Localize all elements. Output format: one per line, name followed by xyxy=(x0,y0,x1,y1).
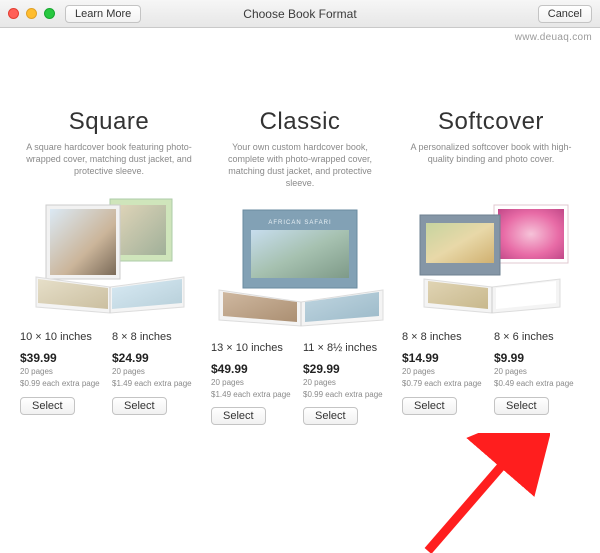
format-square: Square A square hardcover book featuring… xyxy=(20,108,198,425)
option-extra: $0.49 each extra page xyxy=(494,379,580,389)
select-button[interactable]: Select xyxy=(211,407,266,425)
select-button[interactable]: Select xyxy=(402,397,457,415)
option-size: 11 × 8½ inches xyxy=(303,342,389,354)
option-price: $49.99 xyxy=(211,362,297,376)
option-card: 8 × 6 inches $9.99 20 pages $0.49 each e… xyxy=(494,331,580,415)
option-price: $14.99 xyxy=(402,351,488,365)
option-price: $9.99 xyxy=(494,351,580,365)
format-description: Your own custom hardcover book, complete… xyxy=(211,141,389,190)
option-pages: 20 pages xyxy=(112,367,198,377)
option-card: 11 × 8½ inches $29.99 20 pages $0.99 eac… xyxy=(303,342,389,426)
format-classic: Classic Your own custom hardcover book, … xyxy=(211,108,389,425)
format-description: A square hardcover book featuring photo-… xyxy=(20,141,198,179)
option-price: $39.99 xyxy=(20,351,106,365)
minimize-icon[interactable] xyxy=(26,8,37,19)
titlebar: Learn More Choose Book Format Cancel xyxy=(0,0,600,28)
option-extra: $0.99 each extra page xyxy=(20,379,106,389)
option-pages: 20 pages xyxy=(20,367,106,377)
format-softcover: Softcover A personalized softcover book … xyxy=(402,108,580,425)
learn-more-button[interactable]: Learn More xyxy=(65,5,141,23)
option-extra: $1.49 each extra page xyxy=(211,390,297,400)
maximize-icon[interactable] xyxy=(44,8,55,19)
format-title: Square xyxy=(69,108,149,136)
option-extra: $1.49 each extra page xyxy=(112,379,198,389)
select-button[interactable]: Select xyxy=(494,397,549,415)
cancel-button[interactable]: Cancel xyxy=(538,5,592,23)
close-icon[interactable] xyxy=(8,8,19,19)
format-title: Classic xyxy=(260,108,341,136)
option-pages: 20 pages xyxy=(303,378,389,388)
option-card: 13 × 10 inches $49.99 20 pages $1.49 eac… xyxy=(211,342,297,426)
option-card: 10 × 10 inches $39.99 20 pages $0.99 eac… xyxy=(20,331,106,415)
window-controls xyxy=(8,8,55,19)
option-price: $29.99 xyxy=(303,362,389,376)
option-extra: $0.99 each extra page xyxy=(303,390,389,400)
option-pages: 20 pages xyxy=(402,367,488,377)
option-pages: 20 pages xyxy=(494,367,580,377)
option-size: 8 × 8 inches xyxy=(402,331,488,343)
option-size: 10 × 10 inches xyxy=(20,331,106,343)
svg-text:AFRICAN SAFARI: AFRICAN SAFARI xyxy=(268,220,331,226)
options-row: 8 × 8 inches $14.99 20 pages $0.79 each … xyxy=(402,331,580,415)
option-extra: $0.79 each extra page xyxy=(402,379,488,389)
select-button[interactable]: Select xyxy=(303,407,358,425)
select-button[interactable]: Select xyxy=(112,397,167,415)
book-preview-softcover xyxy=(402,187,580,317)
format-grid: Square A square hardcover book featuring… xyxy=(0,28,600,425)
annotation-arrow-icon xyxy=(410,433,550,553)
option-card: 8 × 8 inches $14.99 20 pages $0.79 each … xyxy=(402,331,488,415)
options-row: 13 × 10 inches $49.99 20 pages $1.49 eac… xyxy=(211,342,389,426)
option-size: 8 × 6 inches xyxy=(494,331,580,343)
watermark: www.deuaq.com xyxy=(515,32,592,43)
format-title: Softcover xyxy=(438,108,544,136)
option-price: $24.99 xyxy=(112,351,198,365)
book-preview-square xyxy=(20,187,198,317)
option-size: 13 × 10 inches xyxy=(211,342,297,354)
option-pages: 20 pages xyxy=(211,378,297,388)
book-preview-classic: AFRICAN SAFARI xyxy=(211,198,389,328)
option-size: 8 × 8 inches xyxy=(112,331,198,343)
options-row: 10 × 10 inches $39.99 20 pages $0.99 eac… xyxy=(20,331,198,415)
option-card: 8 × 8 inches $24.99 20 pages $1.49 each … xyxy=(112,331,198,415)
select-button[interactable]: Select xyxy=(20,397,75,415)
format-description: A personalized softcover book with high-… xyxy=(402,141,580,179)
